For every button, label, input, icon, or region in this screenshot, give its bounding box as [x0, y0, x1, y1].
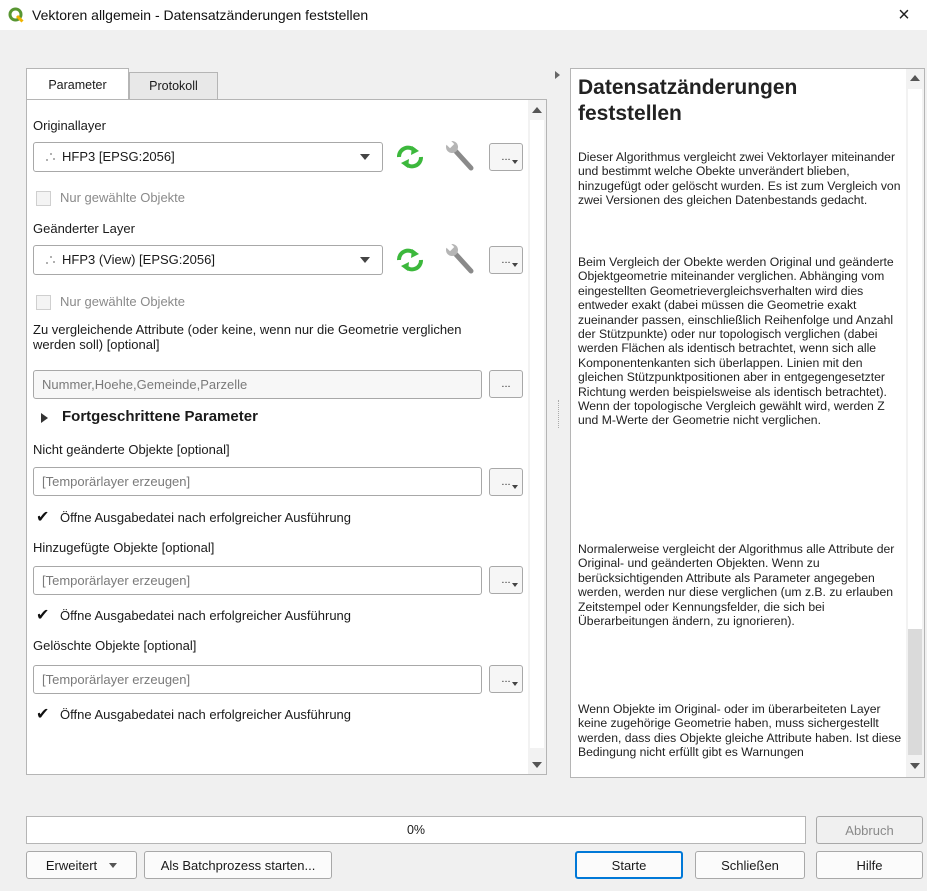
splitter-collapse-icon[interactable] [555, 71, 560, 79]
advanced-button-label: Erweitert [45, 857, 98, 873]
unchanged-objects-field[interactable]: [Temporärlayer erzeugen] [33, 467, 482, 496]
scroll-down-icon[interactable] [910, 763, 920, 769]
dropdown-arrow-icon [512, 263, 518, 267]
help-paragraph: Dieser Algorithmus vergleicht zwei Vekto… [578, 150, 901, 208]
run-button[interactable]: Starte [575, 851, 683, 879]
deleted-objects-field[interactable]: [Temporärlayer erzeugen] [33, 665, 482, 694]
tab-protokoll[interactable]: Protokoll [129, 72, 218, 99]
changed-selected-only-label: Nur gewählte Objekte [60, 294, 186, 309]
deleted-objects-label: Gelöschte Objekte [optional] [33, 638, 197, 653]
dots-label: ... [501, 254, 511, 266]
cancel-button[interactable]: Abbruch [816, 816, 923, 844]
help-heading: Datensatzänderungen feststellen [578, 76, 798, 125]
chevron-down-icon [360, 154, 370, 160]
scroll-track[interactable] [908, 629, 922, 755]
unchanged-open-label: Öffne Ausgabedatei nach erfolgreicher Au… [60, 510, 352, 525]
deleted-objects-browse-button[interactable]: ... [489, 665, 523, 693]
scroll-up-icon[interactable] [532, 107, 542, 113]
original-layer-combobox[interactable]: HFP3 [EPSG:2056] [33, 142, 383, 172]
close-button[interactable]: Schließen [695, 851, 805, 879]
help-scrollbar[interactable] [906, 69, 924, 777]
unchanged-objects-browse-button[interactable]: ... [489, 468, 523, 496]
title-bar: Vektoren allgemein - Datensatzänderungen… [0, 0, 927, 30]
deleted-open-label: Öffne Ausgabedatei nach erfolgreicher Au… [60, 707, 352, 722]
added-objects-browse-button[interactable]: ... [489, 566, 523, 594]
dropdown-arrow-icon [512, 160, 518, 164]
scroll-up-icon[interactable] [910, 75, 920, 81]
unchanged-objects-label: Nicht geänderte Objekte [optional] [33, 442, 230, 457]
dots-label: ... [501, 673, 511, 685]
dots-label: ... [501, 378, 511, 390]
dots-label: ... [501, 151, 511, 163]
unchanged-objects-value: [Temporärlayer erzeugen] [42, 474, 191, 489]
dropdown-arrow-icon [512, 583, 518, 587]
batch-process-button[interactable]: Als Batchprozess starten... [144, 851, 332, 879]
point-layer-icon [46, 256, 55, 264]
changed-layer-value: HFP3 (View) [EPSG:2056] [62, 252, 215, 267]
original-layer-value: HFP3 [EPSG:2056] [62, 149, 175, 164]
help-paragraph: Normalerweise vergleicht der Algorithmus… [578, 542, 895, 629]
changed-layer-browse-button[interactable]: ... [489, 246, 523, 274]
deleted-objects-value: [Temporärlayer erzeugen] [42, 672, 191, 687]
wrench-settings-icon[interactable] [445, 243, 477, 277]
iterate-refresh-icon[interactable] [395, 247, 425, 273]
parameter-panel: Originallayer HFP3 [EPSG:2056] ... Nur g… [26, 99, 547, 775]
wrench-settings-icon[interactable] [445, 140, 477, 174]
progress-bar: 0% [26, 816, 806, 844]
original-selected-only-label: Nur gewählte Objekte [60, 190, 186, 205]
dots-label: ... [501, 476, 511, 488]
help-panel: Datensatzänderungen feststellen Dieser A… [570, 68, 925, 778]
unchanged-open-checkbox[interactable]: ✔ [36, 510, 49, 526]
attributes-field[interactable]: Nummer,Hoehe,Gemeinde,Parzelle [33, 370, 482, 399]
original-selected-only-checkbox[interactable] [36, 191, 51, 206]
added-objects-field[interactable]: [Temporärlayer erzeugen] [33, 566, 482, 595]
advanced-parameters-toggle[interactable]: Fortgeschrittene Parameter [62, 408, 258, 425]
expand-arrow-icon[interactable] [41, 413, 48, 423]
close-window-button[interactable]: × [881, 0, 927, 30]
deleted-open-checkbox[interactable]: ✔ [36, 707, 49, 723]
chevron-down-icon [109, 862, 118, 868]
progress-text: 0% [406, 823, 426, 837]
dropdown-arrow-icon [512, 485, 518, 489]
scroll-thumb[interactable] [908, 89, 922, 629]
splitter-handle[interactable] [558, 400, 561, 428]
dropdown-arrow-icon [512, 682, 518, 686]
original-layer-browse-button[interactable]: ... [489, 143, 523, 171]
chevron-down-icon [360, 257, 370, 263]
parameter-scrollbar[interactable] [528, 100, 546, 774]
advanced-dropdown-button[interactable]: Erweitert [26, 851, 137, 879]
scroll-thumb[interactable] [530, 120, 544, 748]
changed-selected-only-checkbox[interactable] [36, 295, 51, 310]
point-layer-icon [46, 153, 55, 161]
added-open-checkbox[interactable]: ✔ [36, 608, 49, 624]
help-button[interactable]: Hilfe [816, 851, 923, 879]
scroll-down-icon[interactable] [532, 762, 542, 768]
changed-layer-combobox[interactable]: HFP3 (View) [EPSG:2056] [33, 245, 383, 275]
iterate-refresh-icon[interactable] [395, 144, 425, 170]
help-paragraph: Beim Vergleich der Obekte werden Origina… [578, 255, 894, 428]
changed-layer-label: Geänderter Layer [33, 221, 135, 236]
added-open-label: Öffne Ausgabedatei nach erfolgreicher Au… [60, 608, 352, 623]
attributes-value: Nummer,Hoehe,Gemeinde,Parzelle [42, 377, 248, 392]
original-layer-label: Originallayer [33, 118, 106, 133]
attributes-label: Zu vergleichende Attribute (oder keine, … [33, 322, 462, 352]
help-paragraph: Wenn Objekte im Original- oder im überar… [578, 702, 902, 760]
added-objects-label: Hinzugefügte Objekte [optional] [33, 540, 215, 555]
attributes-browse-button[interactable]: ... [489, 370, 523, 398]
tab-parameter[interactable]: Parameter [26, 68, 129, 100]
window-title: Vektoren allgemein - Datensatzänderungen… [32, 7, 369, 23]
added-objects-value: [Temporärlayer erzeugen] [42, 573, 191, 588]
dots-label: ... [501, 574, 511, 586]
qgis-logo-icon [8, 7, 24, 23]
